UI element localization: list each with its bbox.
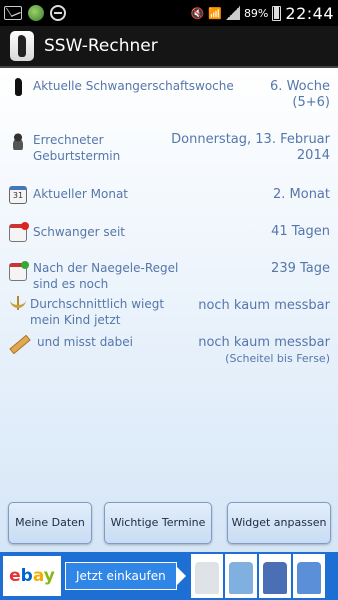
do-not-disturb-icon xyxy=(50,5,66,21)
important-dates-button[interactable]: Wichtige Termine xyxy=(104,502,212,544)
ad-product-images xyxy=(190,554,325,598)
shirt-image xyxy=(292,554,325,598)
scale-icon xyxy=(9,294,27,312)
ruler-icon xyxy=(9,334,27,352)
calendar-icon: 31 xyxy=(9,186,27,204)
my-data-button[interactable]: Meine Daten xyxy=(8,502,92,544)
gmail-icon xyxy=(4,6,22,20)
calendar-red-icon xyxy=(9,222,29,242)
battery-percent: 89% xyxy=(243,6,269,20)
app-logo-icon[interactable] xyxy=(10,31,34,61)
row-label: Aktueller Monat xyxy=(33,187,129,201)
wifi-icon: 📶 xyxy=(208,6,222,20)
row-label: Schwanger seit xyxy=(33,225,126,239)
battery-icon xyxy=(272,5,282,21)
notification-icons xyxy=(4,5,66,21)
row-label: Nach der Naegele-Regel sind es noch xyxy=(33,261,179,291)
row-label: Durchschnittlich wiegt mein Kind jetzt xyxy=(30,297,165,327)
shirt-image xyxy=(258,554,291,598)
row-value: 2. Monat xyxy=(272,187,330,202)
row-value: noch kaum messbar xyxy=(198,298,330,313)
clock: 22:44 xyxy=(285,3,334,23)
app-title: SSW-Rechner xyxy=(44,36,158,56)
system-icons: 🔇 📶 89% 22:44 xyxy=(191,4,334,23)
row-label: Aktuelle Schwangerschaftswoche xyxy=(33,79,234,93)
row-value: 239 Tage xyxy=(271,261,330,276)
signal-icon xyxy=(225,6,240,20)
pregnant-woman-icon xyxy=(9,78,27,96)
value-main: noch kaum messbar xyxy=(198,335,330,350)
value-sub: (Scheitel bis Ferse) xyxy=(225,352,330,365)
value-sub: (5+6) xyxy=(292,95,330,110)
value-main: 6. Woche xyxy=(270,79,330,94)
row-label: Errechneter Geburtstermin xyxy=(33,133,121,163)
ebay-logo: ebay xyxy=(3,556,61,596)
mute-icon: 🔇 xyxy=(190,6,205,20)
shirt-image xyxy=(224,554,257,598)
baby-icon xyxy=(9,132,27,150)
row-value: noch kaum messbar (Scheitel bis Ferse) xyxy=(170,335,330,367)
status-bar: 🔇 📶 89% 22:44 xyxy=(0,0,338,26)
row-value: Donnerstag, 13. Februar 2014 xyxy=(171,132,330,163)
main-content: Aktuelle Schwangerschaftswoche 6. Woche … xyxy=(0,68,338,552)
customize-widget-button[interactable]: Widget anpassen xyxy=(227,502,331,544)
row-value: 41 Tagen xyxy=(271,224,330,239)
globe-icon xyxy=(28,5,44,21)
calendar-green-icon xyxy=(9,261,29,281)
action-bar: SSW-Rechner xyxy=(0,26,338,68)
ad-cta-button[interactable]: Jetzt einkaufen xyxy=(65,562,186,590)
row-label: und misst dabei xyxy=(37,335,133,349)
shirt-image xyxy=(190,554,223,598)
row-value: 6. Woche (5+6) xyxy=(240,79,330,111)
ad-banner[interactable]: ebay Jetzt einkaufen xyxy=(0,552,338,600)
